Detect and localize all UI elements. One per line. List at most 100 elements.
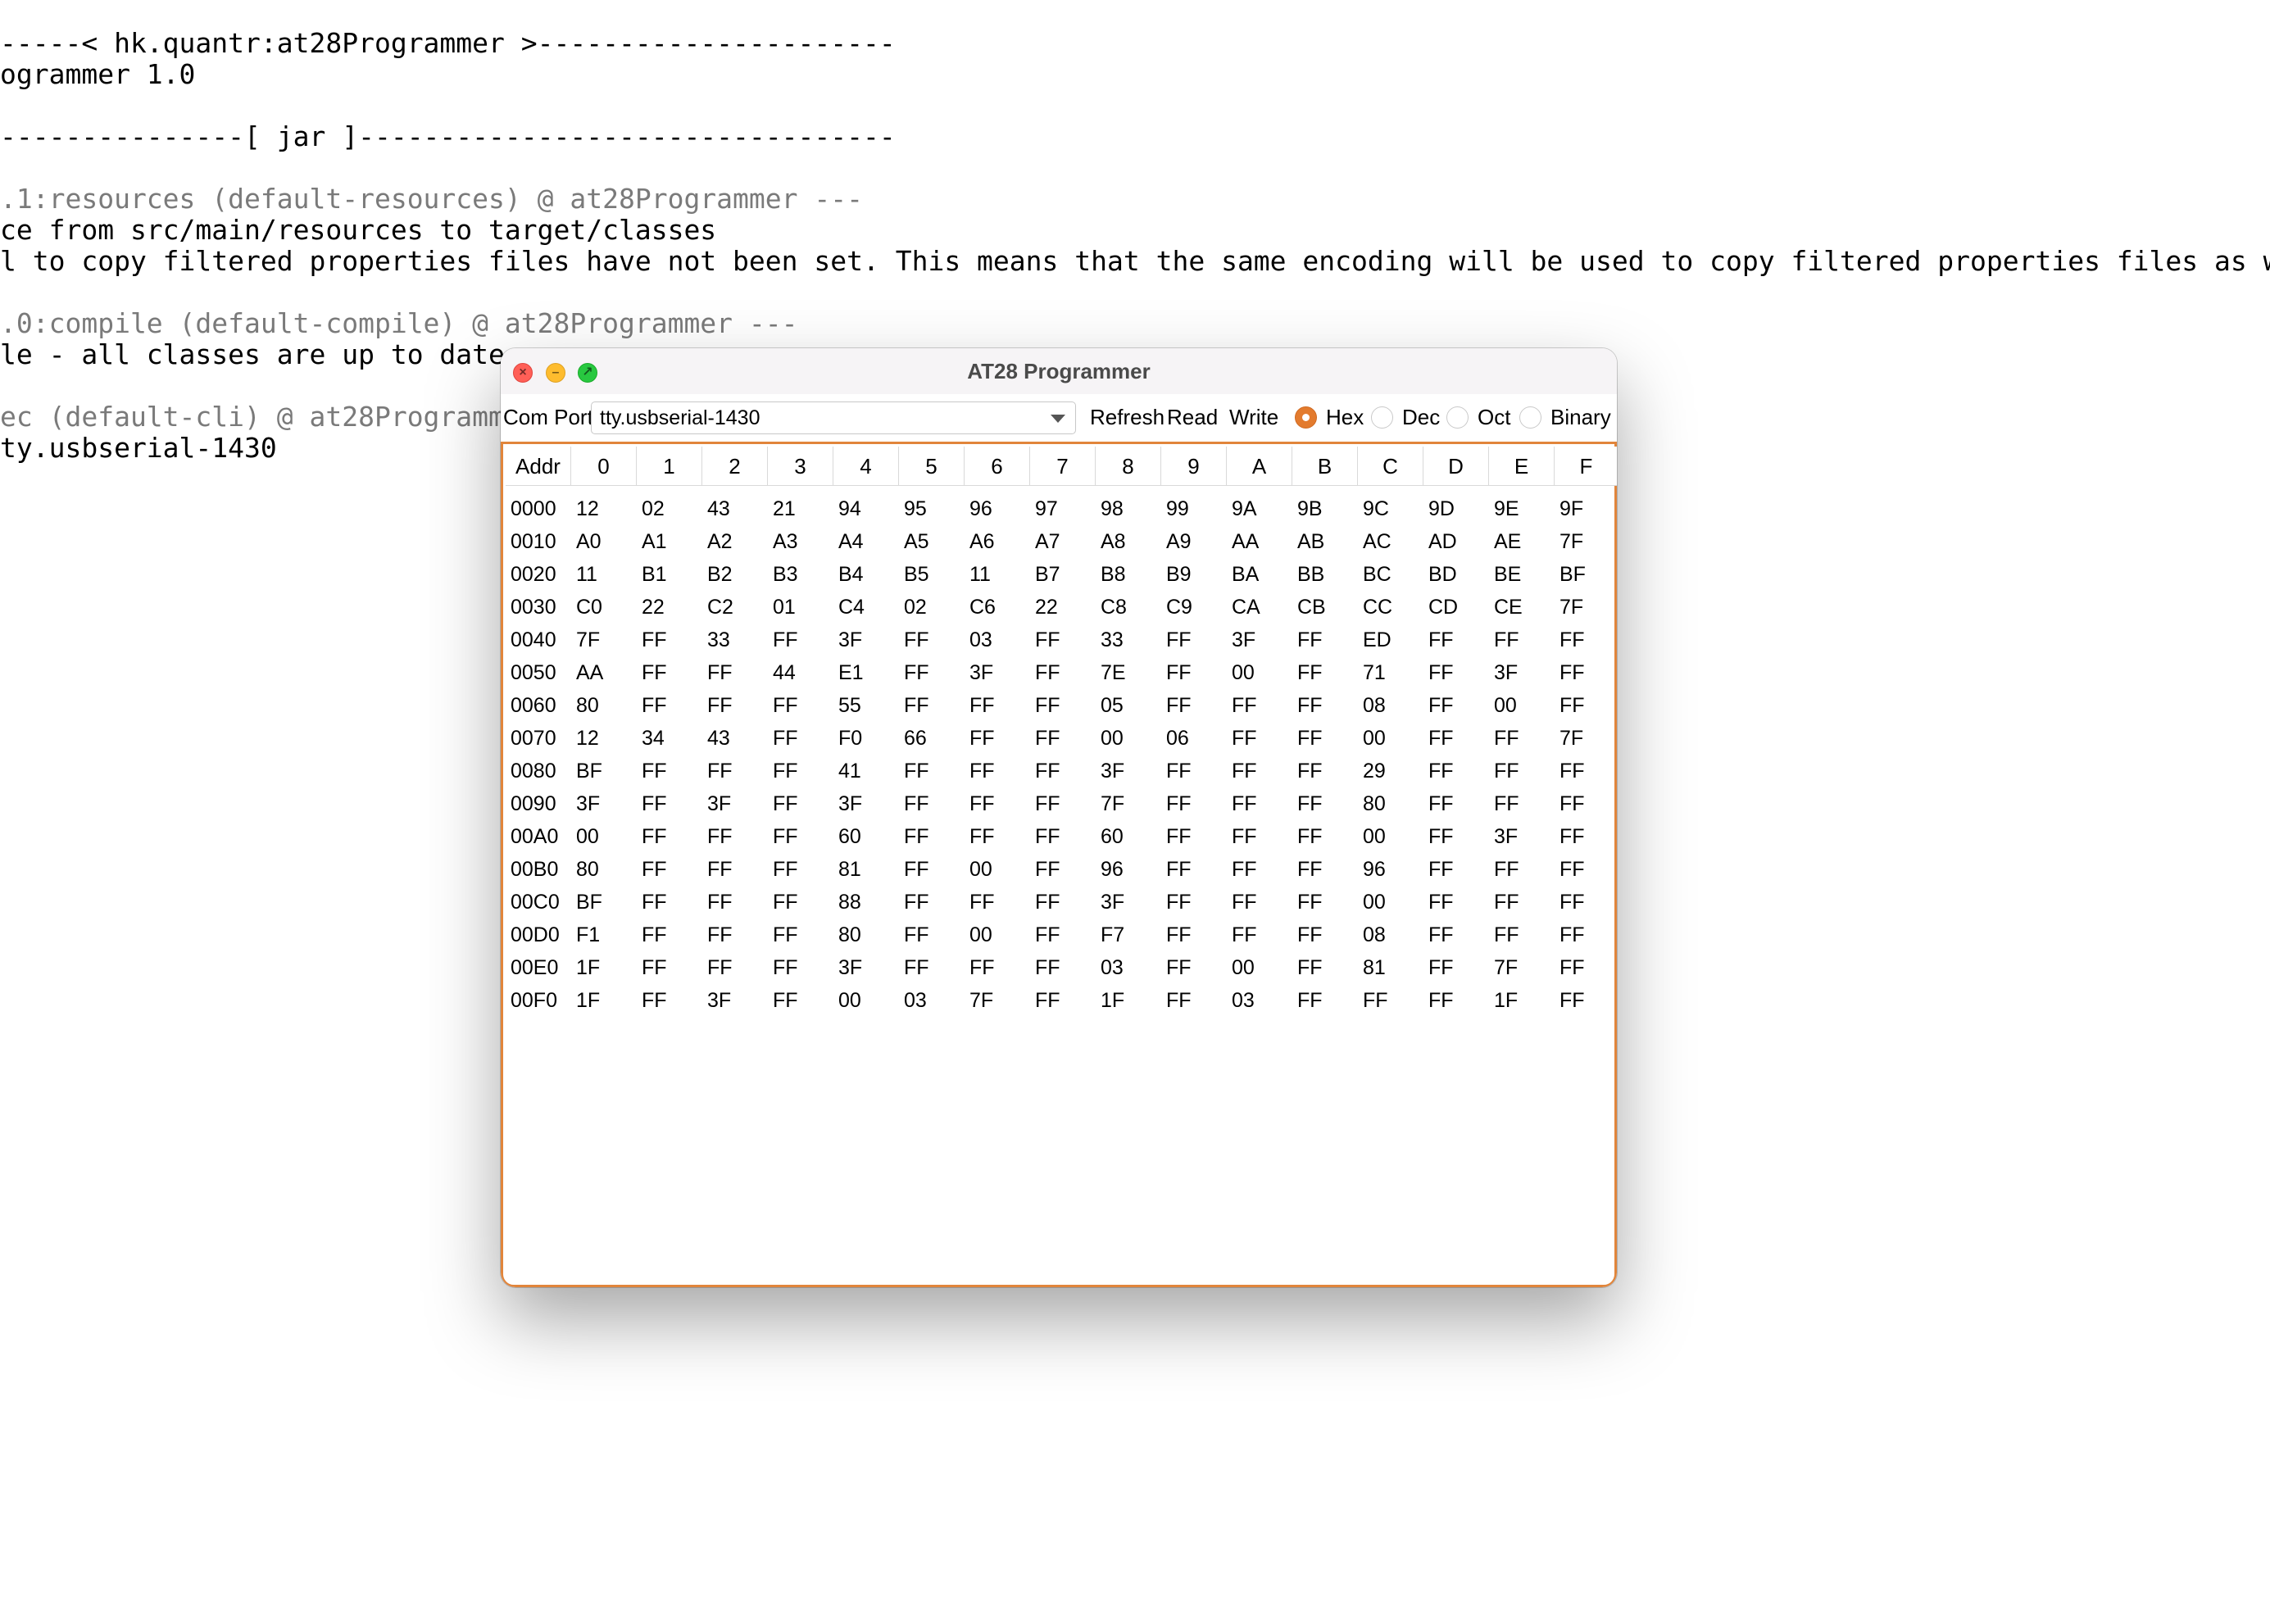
byte-cell[interactable]: F1 [576,919,637,951]
byte-cell[interactable]: FF [904,951,965,984]
byte-cell[interactable]: FF [1166,984,1227,1017]
byte-cell[interactable]: FF [642,984,702,1017]
table-row[interactable]: 0030 C0 22 C2 01 C4 02 C6 22 C8 C9 CA CB CC CD CE 7F [506,591,1612,624]
byte-cell[interactable]: 03 [1232,984,1292,1017]
byte-cell[interactable]: 80 [576,853,637,886]
byte-cell[interactable]: 3F [1101,886,1161,919]
byte-cell[interactable]: 00 [1363,820,1423,853]
byte-cell[interactable]: FF [1232,853,1292,886]
byte-cell[interactable]: FF [1232,787,1292,820]
byte-cell[interactable]: 9F [1559,492,1617,525]
byte-cell[interactable]: FF [707,951,768,984]
byte-cell[interactable]: FF [773,722,833,755]
byte-cell[interactable]: BE [1494,558,1555,591]
byte-cell[interactable]: FF [1297,820,1358,853]
byte-cell[interactable]: FF [1363,984,1423,1017]
table-row[interactable]: 00A0 00 FF FF FF 60 FF FF FF 60 FF FF FF 00 FF 3F FF [506,820,1612,853]
byte-cell[interactable]: 08 [1363,689,1423,722]
byte-cell[interactable]: BB [1297,558,1358,591]
byte-cell[interactable]: 22 [642,591,702,624]
column-header[interactable]: 0 [571,447,637,486]
byte-cell[interactable]: FF [1494,787,1555,820]
byte-cell[interactable]: FF [1232,722,1292,755]
byte-cell[interactable]: FF [773,787,833,820]
byte-cell[interactable]: A9 [1166,525,1227,558]
column-header-addr[interactable]: Addr [506,447,571,486]
byte-cell[interactable]: FF [1297,755,1358,787]
byte-cell[interactable]: 03 [969,624,1030,656]
byte-cell[interactable]: FF [707,689,768,722]
byte-cell[interactable]: E1 [838,656,899,689]
oct-label[interactable]: Oct [1478,394,1510,440]
byte-cell[interactable]: 3F [1494,656,1555,689]
com-port-select[interactable]: tty.usbserial-1430 [591,401,1076,434]
byte-cell[interactable]: 41 [838,755,899,787]
byte-cell[interactable]: 1F [1494,984,1555,1017]
byte-cell[interactable]: FF [1166,886,1227,919]
byte-cell[interactable]: FF [1035,755,1096,787]
byte-cell[interactable]: F7 [1101,919,1161,951]
table-row[interactable]: 00C0 BF FF FF FF 88 FF FF FF 3F FF FF FF 00 FF FF FF [506,886,1612,919]
byte-cell[interactable]: FF [1035,853,1096,886]
column-header[interactable]: 8 [1096,447,1161,486]
byte-cell[interactable]: 55 [838,689,899,722]
byte-cell[interactable]: FF [1428,656,1489,689]
byte-cell[interactable]: FF [707,820,768,853]
byte-cell[interactable]: 1F [576,951,637,984]
byte-cell[interactable]: FF [1166,820,1227,853]
byte-cell[interactable]: FF [1297,919,1358,951]
byte-cell[interactable]: AE [1494,525,1555,558]
hex-label[interactable]: Hex [1326,394,1364,440]
byte-cell[interactable]: FF [642,820,702,853]
byte-cell[interactable]: AA [1232,525,1292,558]
byte-cell[interactable]: 3F [1494,820,1555,853]
byte-cell[interactable]: FF [1494,853,1555,886]
byte-cell[interactable]: FF [904,820,965,853]
byte-cell[interactable]: FF [904,886,965,919]
byte-cell[interactable]: 11 [969,558,1030,591]
byte-cell[interactable]: FF [1232,919,1292,951]
table-row[interactable]: 0060 80 FF FF FF 55 FF FF FF 05 FF FF FF 08 FF 00 FF [506,689,1612,722]
byte-cell[interactable]: 7F [969,984,1030,1017]
byte-cell[interactable]: C0 [576,591,637,624]
byte-cell[interactable]: FF [969,689,1030,722]
byte-cell[interactable]: FF [1035,919,1096,951]
byte-cell[interactable]: BA [1232,558,1292,591]
byte-cell[interactable]: FF [1035,656,1096,689]
byte-cell[interactable]: 1F [1101,984,1161,1017]
byte-cell[interactable]: FF [1297,984,1358,1017]
dec-label[interactable]: Dec [1402,394,1440,440]
byte-cell[interactable]: FF [642,853,702,886]
byte-cell[interactable]: FF [1297,624,1358,656]
byte-cell[interactable]: FF [773,984,833,1017]
table-row[interactable]: 00F0 1F FF 3F FF 00 03 7F FF 1F FF 03 FF FF FF 1F FF [506,984,1612,1017]
byte-cell[interactable]: 44 [773,656,833,689]
byte-cell[interactable]: 94 [838,492,899,525]
byte-cell[interactable]: 80 [576,689,637,722]
byte-cell[interactable]: FF [1297,886,1358,919]
byte-cell[interactable]: 99 [1166,492,1227,525]
byte-cell[interactable]: FF [1166,951,1227,984]
byte-cell[interactable]: FF [1035,886,1096,919]
byte-cell[interactable]: 33 [1101,624,1161,656]
byte-cell[interactable]: C4 [838,591,899,624]
byte-cell[interactable]: 88 [838,886,899,919]
byte-cell[interactable]: FF [1559,656,1617,689]
byte-cell[interactable]: FF [1232,755,1292,787]
byte-cell[interactable]: FF [1559,919,1617,951]
byte-cell[interactable]: 00 [1363,886,1423,919]
column-header[interactable]: 4 [833,447,899,486]
byte-cell[interactable]: CA [1232,591,1292,624]
write-button[interactable]: Write [1229,394,1278,440]
byte-cell[interactable]: 08 [1363,919,1423,951]
byte-cell[interactable]: B8 [1101,558,1161,591]
byte-cell[interactable]: 60 [838,820,899,853]
byte-cell[interactable]: FF [1494,755,1555,787]
byte-cell[interactable]: FF [1428,787,1489,820]
byte-cell[interactable]: FF [773,755,833,787]
column-header[interactable]: 5 [899,447,965,486]
byte-cell[interactable]: BF [576,886,637,919]
byte-cell[interactable]: CD [1428,591,1489,624]
oct-radio[interactable] [1446,406,1469,429]
byte-cell[interactable]: FF [773,853,833,886]
